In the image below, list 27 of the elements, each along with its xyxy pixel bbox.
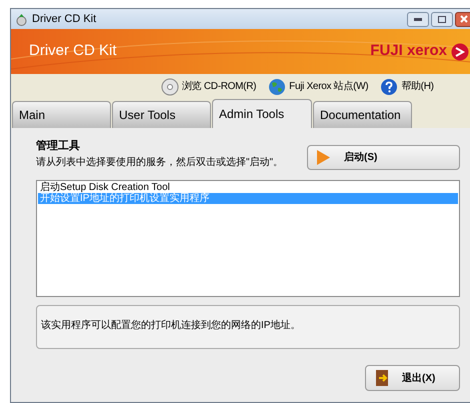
close-icon: [460, 15, 468, 23]
globe-icon: [268, 78, 286, 96]
toolbar-link[interactable]: 帮助(H): [380, 78, 434, 96]
toolbar-link[interactable]: Fuji Xerox 站点(W): [268, 78, 368, 96]
banner-title: Driver CD Kit: [29, 41, 117, 62]
tab[interactable]: User Tools: [112, 101, 211, 128]
logo-icon: [451, 42, 469, 60]
minimize-button[interactable]: [407, 12, 429, 26]
logo-text: FUJI xerox: [370, 41, 447, 62]
start-button[interactable]: 启动(S): [307, 145, 460, 170]
play-icon: [317, 150, 330, 165]
tab[interactable]: Admin Tools: [212, 99, 312, 128]
exit-button[interactable]: 退出(X): [365, 365, 460, 391]
help-icon: [380, 78, 398, 96]
instruction-text: 请从列表中选择要使用的服务，然后双击或选择"启动"。: [36, 156, 284, 170]
tab[interactable]: Documentation: [313, 101, 412, 128]
section-heading: 管理工具: [36, 139, 81, 154]
maximize-button[interactable]: [431, 12, 453, 26]
app-icon: [15, 12, 28, 26]
minimize-icon: [414, 18, 422, 20]
description-text: 该实用程序可以配置您的打印机连接到您的网络的IP地址。: [41, 320, 300, 331]
window-title: Driver CD Kit: [32, 12, 96, 27]
cd-icon: [161, 78, 179, 96]
tab[interactable]: Main: [12, 101, 111, 128]
maximize-icon: [438, 16, 446, 22]
list-item[interactable]: 启动Setup Disk Creation Tool: [38, 182, 458, 193]
toolbar-link[interactable]: 浏览 CD-ROM(R): [161, 78, 256, 96]
